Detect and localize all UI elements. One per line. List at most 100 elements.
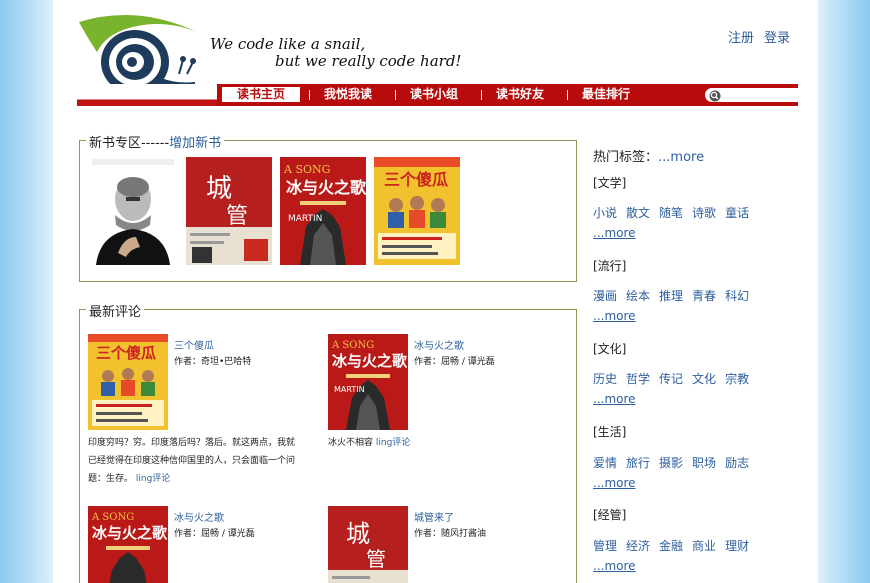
tag-link[interactable]: 散文 [626,206,650,220]
tag-link[interactable]: 传记 [659,372,683,386]
review-book-title[interactable]: 冰与火之歌 [174,509,224,524]
svg-text:A SONG: A SONG [283,163,330,176]
more-link[interactable]: ...more [593,309,636,323]
steve-jobs-cover[interactable] [90,157,176,265]
tag-list: 小说 散文 随笔 诗歌 童话 [593,204,758,221]
three-idiots-cover[interactable]: 三个傻瓜 [88,334,168,430]
review-book-author: 作者：奇坦•巴哈特 [174,357,252,367]
register-link[interactable]: 注册 [728,31,754,46]
search-input[interactable] [705,88,811,102]
nav-item-groups[interactable]: 读书小组 [395,87,473,102]
tag-link[interactable]: 管理 [593,539,617,553]
more-link[interactable]: ...more [593,476,636,490]
svg-text:管: 管 [366,547,386,571]
review-link[interactable]: ling评论 [376,438,410,448]
tag-link[interactable]: 漫画 [593,289,617,303]
tag-link[interactable]: 理财 [725,539,749,553]
tag-link[interactable]: 青春 [692,289,716,303]
tag-list: 漫画 绘本 推理 青春 科幻 [593,287,758,304]
reviews-section: 最新评论 三个傻瓜 三个傻瓜 作者：奇坦•巴哈特 印度穷吗？穷。印度落后吗？落后… [79,301,577,583]
review-text: 冰火不相容 ling评论 [328,434,542,452]
three-idiots-cover[interactable]: 三个傻瓜 [374,157,460,265]
tag-link[interactable]: 文化 [692,372,716,386]
tag-link[interactable]: 童话 [725,206,749,220]
svg-text:三个傻瓜: 三个傻瓜 [384,170,448,189]
slogan-line2: but we really code hard! [275,52,462,70]
tag-link[interactable]: 商业 [692,539,716,553]
review-book-author: 作者：随风打酱油 [414,529,487,539]
category-culture: [文化] [593,342,627,356]
nav-item-rankings[interactable]: 最佳排行 [567,87,645,102]
nav-item-friends[interactable]: 读书好友 [481,87,559,102]
tag-link[interactable]: 爱情 [593,456,617,470]
svg-text:MARTIN: MARTIN [334,385,365,394]
new-books-section: 新书专区------增加新书 城 管 A SONG 冰与火之歌 MARTIN 三… [79,132,577,282]
user-links: 注册 登录 [722,27,790,46]
tag-link[interactable]: 旅行 [626,456,650,470]
category-literature: [文学] [593,176,627,190]
slogan-line1: We code like a snail, [210,35,366,53]
song-of-ice-and-fire-cover[interactable]: A SONG 冰与火之歌 MARTIN [328,334,408,430]
svg-text:冰与火之歌: 冰与火之歌 [332,352,408,370]
hot-tags-more-link[interactable]: ...more [658,150,704,165]
hot-tags-label: 热门标签： [593,150,659,165]
nav-item-home[interactable]: 读书主页 [222,87,300,102]
tag-link[interactable]: 绘本 [626,289,650,303]
review-book-title[interactable]: 三个傻瓜 [174,337,214,352]
tag-link[interactable]: 推理 [659,289,683,303]
page: We code like a snail, but we really code… [53,0,818,583]
tag-sidebar: 热门标签：...more [文学] 小说 散文 随笔 诗歌 童话 ...more [流行… [593,146,793,573]
tag-link[interactable]: 随笔 [659,206,683,220]
review-text: 印度穷吗？穷。印度落后吗？落后。就这两点，我就已经觉得在印度这种信仰国里的人，只… [88,434,302,488]
category-life: [生活] [593,425,627,439]
tag-link[interactable]: 职场 [692,456,716,470]
tag-list: 历史 哲学 传记 文化 宗教 [593,370,758,387]
tag-link[interactable]: 金融 [659,539,683,553]
tag-link[interactable]: 科幻 [725,289,749,303]
tag-link[interactable]: 经济 [626,539,650,553]
tag-link[interactable]: 诗歌 [692,206,716,220]
svg-text:城: 城 [346,520,370,548]
svg-text:冰与火之歌: 冰与火之歌 [92,524,168,542]
review-link[interactable]: ling评论 [136,474,170,484]
review-book-author: 作者：屈畅 / 谭光磊 [414,357,495,367]
add-book-link[interactable]: 增加新书 [169,136,221,151]
tag-link[interactable]: 摄影 [659,456,683,470]
svg-text:城: 城 [206,174,232,204]
search-icon[interactable] [709,90,721,102]
chengguan-cover[interactable]: 城 管 [328,506,408,583]
tag-list: 爱情 旅行 摄影 职场 励志 [593,454,758,471]
review-book-author: 作者：屈畅 / 谭光磊 [174,529,255,539]
svg-text:A SONG: A SONG [91,512,134,523]
tag-link[interactable]: 励志 [725,456,749,470]
svg-text:MARTIN: MARTIN [288,214,322,224]
more-link[interactable]: ...more [593,392,636,406]
category-business: [经管] [593,508,627,522]
song-of-ice-and-fire-cover[interactable]: A SONG 冰与火之歌 [88,506,168,583]
nav-item-my-reading[interactable]: 我悦我读 [309,87,387,102]
review-book-title[interactable]: 冰与火之歌 [414,337,464,352]
new-books-legend: 新书专区------增加新书 [86,132,225,151]
svg-text:三个傻瓜: 三个傻瓜 [96,344,156,362]
new-books-title: 新书专区------ [89,136,170,151]
tag-list: 管理 经济 金融 商业 理财 [593,537,758,554]
more-link[interactable]: ...more [593,226,636,240]
tag-link[interactable]: 历史 [593,372,617,386]
review-body: 印度穷吗？穷。印度落后吗？落后。就这两点，我就已经觉得在印度这种信仰国里的人，只… [88,438,296,484]
nav-bar: 读书主页 我悦我读 读书小组 读书好友 最佳排行 [77,84,811,106]
reviews-legend: 最新评论 [86,301,145,320]
login-link[interactable]: 登录 [764,31,790,46]
chengguan-cover[interactable]: 城 管 [186,157,272,265]
hot-tags-header: 热门标签：...more [593,146,793,165]
svg-text:管: 管 [226,204,248,229]
tag-link[interactable]: 宗教 [725,372,749,386]
svg-text:A SONG: A SONG [331,340,374,351]
song-of-ice-and-fire-cover[interactable]: A SONG 冰与火之歌 MARTIN [280,157,366,265]
more-link[interactable]: ...more [593,559,636,573]
tag-link[interactable]: 小说 [593,206,617,220]
tag-link[interactable]: 哲学 [626,372,650,386]
review-book-title[interactable]: 城管来了 [414,509,454,524]
review-body: 冰火不相容 [328,438,374,448]
category-popular: [流行] [593,259,627,273]
svg-text:冰与火之歌: 冰与火之歌 [286,178,366,197]
